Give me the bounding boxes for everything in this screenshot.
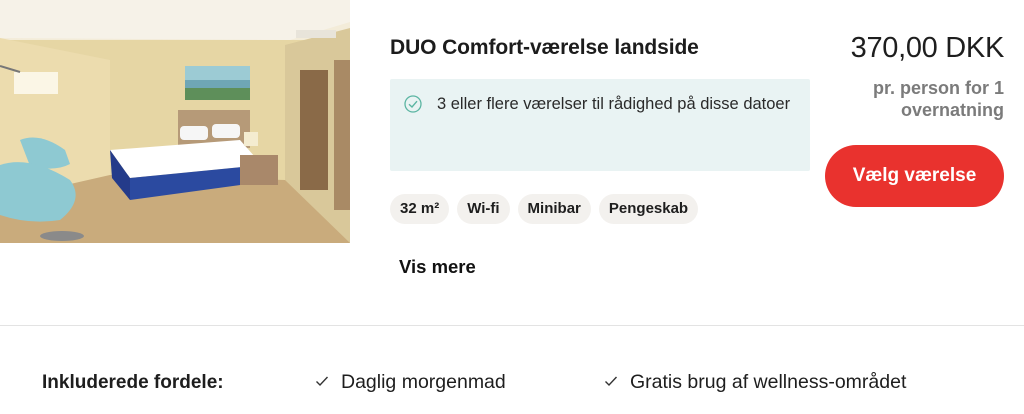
benefit-label: Daglig morgenmad bbox=[341, 371, 506, 393]
room-price: 370,00 DKK bbox=[850, 32, 1005, 64]
section-divider bbox=[0, 325, 1024, 326]
select-room-button[interactable]: Vælg værelse bbox=[825, 145, 1004, 207]
benefit-label: Gratis brug af wellness-området bbox=[630, 371, 907, 393]
amenity-wifi: Wi-fi bbox=[457, 194, 510, 224]
benefit-item: Gratis brug af wellness-området bbox=[604, 371, 906, 394]
room-photo[interactable] bbox=[0, 0, 350, 243]
amenity-list: 32 m² Wi-fi Minibar Pengeskab bbox=[390, 194, 699, 224]
checkmark-icon bbox=[605, 376, 618, 387]
check-circle-icon bbox=[404, 95, 422, 113]
availability-text: 3 eller flere værelser til rådighed på d… bbox=[437, 95, 791, 113]
amenity-minibar: Minibar bbox=[517, 194, 591, 224]
benefit-item: Daglig morgenmad bbox=[315, 371, 506, 394]
amenity-safe: Pengeskab bbox=[598, 194, 699, 224]
checkmark-icon bbox=[316, 376, 329, 387]
price-note: pr. person for 1 overnatning bbox=[872, 78, 1004, 120]
amenity-size: 32 m² bbox=[390, 194, 450, 224]
room-title: DUO Comfort-værelse landside bbox=[390, 36, 699, 59]
show-more-link[interactable]: Vis mere bbox=[399, 256, 476, 278]
benefits-heading: Inkluderede fordele: bbox=[42, 372, 224, 393]
availability-notice: 3 eller flere værelser til rådighed på d… bbox=[390, 79, 810, 171]
